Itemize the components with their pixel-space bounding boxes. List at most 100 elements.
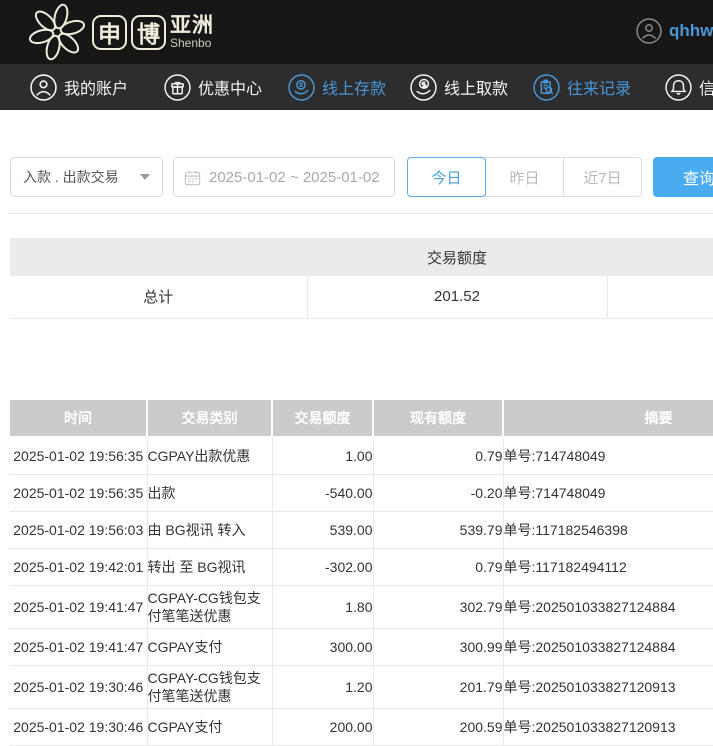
- cell-time: 2025-01-02 19:56:35: [10, 474, 147, 511]
- brand-subtitle: Shenbo: [170, 37, 214, 50]
- cell-time: 2025-01-02 19:56:03: [10, 511, 147, 548]
- col-header-balance: 现有额度: [373, 400, 503, 437]
- nav-item-label: 优惠中心: [198, 75, 262, 99]
- table-row: 2025-01-02 19:42:01 转出 至 BG视讯 -302.00 0.…: [10, 548, 713, 585]
- cell-memo: 单号:117182494112: [503, 548, 713, 585]
- cell-memo: 单号:202501033827120913: [503, 708, 713, 745]
- cell-type: 转出 至 BG视讯: [147, 548, 272, 585]
- cell-amount: 1.00: [272, 437, 373, 474]
- summary-header-amount: 交易额度: [307, 238, 607, 276]
- cell-balance: 200.59: [373, 708, 503, 745]
- cell-memo: 单号:117182546398: [503, 511, 713, 548]
- cell-amount: 200.00: [272, 708, 373, 745]
- gift-icon: [164, 74, 191, 101]
- summary-header-blank: [607, 238, 713, 276]
- cell-balance: -0.20: [373, 474, 503, 511]
- cell-balance: 539.79: [373, 511, 503, 548]
- yesterday-button[interactable]: 昨日: [485, 157, 564, 197]
- cell-amount: -302.00: [272, 548, 373, 585]
- summary-header-row: 交易额度: [10, 238, 713, 276]
- records-icon: [533, 74, 560, 101]
- user-avatar-icon: [636, 18, 662, 44]
- table-header-row: 时间 交易类别 交易额度 现有额度 摘要: [10, 400, 713, 437]
- cell-memo: 单号:202501033827124884: [503, 628, 713, 665]
- col-header-memo: 摘要: [503, 400, 713, 437]
- cell-amount: -540.00: [272, 474, 373, 511]
- user-account[interactable]: qhhw: [636, 18, 713, 44]
- transaction-type-value: 入款 . 出款交易: [23, 167, 140, 187]
- summary-total-value: 201.52: [307, 276, 607, 318]
- main-navigation: 我的账户 优惠中心 线上存款: [0, 64, 713, 110]
- chevron-down-icon: [140, 174, 150, 180]
- brand-char-2: 博: [131, 15, 166, 50]
- cell-balance: 201.79: [373, 665, 503, 708]
- cell-type: 由 BG视讯 转入: [147, 511, 272, 548]
- nav-item-label: 线上存款: [322, 75, 386, 99]
- cell-balance: 300.99: [373, 628, 503, 665]
- table-row: 2025-01-02 19:41:47 CGPAY-CG钱包支付笔笔送优惠 1.…: [10, 585, 713, 628]
- cell-amount: 539.00: [272, 511, 373, 548]
- today-button[interactable]: 今日: [407, 157, 486, 197]
- nav-item-online-deposit[interactable]: 线上存款: [288, 64, 386, 110]
- cell-balance: 0.79: [373, 437, 503, 474]
- cell-memo: 单号:714748049: [503, 437, 713, 474]
- cell-amount: 300.00: [272, 628, 373, 665]
- withdraw-icon: [410, 74, 437, 101]
- summary-blank-cell: [607, 276, 713, 318]
- deposit-icon: [288, 74, 315, 101]
- cell-type: 出款: [147, 474, 272, 511]
- cell-balance: 0.79: [373, 548, 503, 585]
- col-header-type: 交易类别: [147, 400, 272, 437]
- calendar-icon: [184, 169, 201, 186]
- cell-type: CGPAY-CG钱包支付笔笔送优惠: [147, 665, 272, 708]
- date-range-input[interactable]: 2025-01-02 ~ 2025-01-02: [173, 157, 395, 197]
- user-icon: [30, 74, 57, 101]
- query-button[interactable]: 查询: [653, 157, 713, 197]
- cell-time: 2025-01-02 19:41:47: [10, 585, 147, 628]
- username-text: qhhw: [669, 21, 713, 41]
- summary-table: 交易额度 总计 201.52: [10, 238, 713, 319]
- table-row: 2025-01-02 19:41:47 CGPAY支付 300.00 300.9…: [10, 628, 713, 665]
- cell-type: CGPAY支付: [147, 708, 272, 745]
- cell-time: 2025-01-02 19:30:46: [10, 665, 147, 708]
- cell-time: 2025-01-02 19:56:35: [10, 437, 147, 474]
- summary-header-blank: [10, 238, 307, 276]
- brand-region: 亚洲: [170, 15, 214, 37]
- nav-item-promo-center[interactable]: 优惠中心: [164, 64, 262, 110]
- last-7-days-button[interactable]: 近7日: [563, 157, 642, 197]
- cell-memo: 单号:714748049: [503, 474, 713, 511]
- cell-amount: 1.80: [272, 585, 373, 628]
- cell-type: CGPAY支付: [147, 628, 272, 665]
- nav-item-transaction-records[interactable]: 往来记录: [533, 64, 631, 110]
- top-header: 申 博 亚洲 Shenbo qhhw: [0, 0, 713, 64]
- col-header-amount: 交易额度: [272, 400, 373, 437]
- date-range-value: 2025-01-02 ~ 2025-01-02: [209, 169, 380, 186]
- cell-time: 2025-01-02 19:42:01: [10, 548, 147, 585]
- table-row: 2025-01-02 19:56:35 CGPAY出款优惠 1.00 0.79 …: [10, 437, 713, 474]
- table-row: 2025-01-02 19:30:46 CGPAY支付 200.00 200.5…: [10, 708, 713, 745]
- summary-total-label: 总计: [10, 276, 307, 318]
- table-row: 2025-01-02 19:56:03 由 BG视讯 转入 539.00 539…: [10, 511, 713, 548]
- nav-item-label: 线上取款: [444, 75, 508, 99]
- brand-logo[interactable]: 申 博 亚洲 Shenbo: [26, 1, 214, 63]
- transaction-type-select[interactable]: 入款 . 出款交易: [10, 157, 163, 197]
- cell-memo: 单号:202501033827120913: [503, 665, 713, 708]
- quick-date-button-group: 今日 昨日 近7日: [407, 157, 642, 197]
- cell-time: 2025-01-02 19:41:47: [10, 628, 147, 665]
- transactions-table: 时间 交易类别 交易额度 现有额度 摘要 2025-01-02 19:56:35…: [10, 400, 713, 746]
- table-row: 2025-01-02 19:56:35 出款 -540.00 -0.20 单号:…: [10, 474, 713, 511]
- nav-item-label: 信: [699, 75, 713, 99]
- nav-item-online-withdrawal[interactable]: 线上取款: [410, 64, 508, 110]
- section-divider: [8, 213, 713, 214]
- cell-time: 2025-01-02 19:30:46: [10, 708, 147, 745]
- nav-item-messages[interactable]: 信: [665, 64, 713, 110]
- nav-item-label: 往来记录: [567, 75, 631, 99]
- cell-amount: 1.20: [272, 665, 373, 708]
- summary-total-row: 总计 201.52: [10, 276, 713, 318]
- table-row: 2025-01-02 19:30:46 CGPAY-CG钱包支付笔笔送优惠 1.…: [10, 665, 713, 708]
- brand-char-1: 申: [92, 15, 127, 50]
- cell-type: CGPAY出款优惠: [147, 437, 272, 474]
- cell-type: CGPAY-CG钱包支付笔笔送优惠: [147, 585, 272, 628]
- cell-memo: 单号:202501033827124884: [503, 585, 713, 628]
- nav-item-my-account[interactable]: 我的账户: [30, 64, 128, 110]
